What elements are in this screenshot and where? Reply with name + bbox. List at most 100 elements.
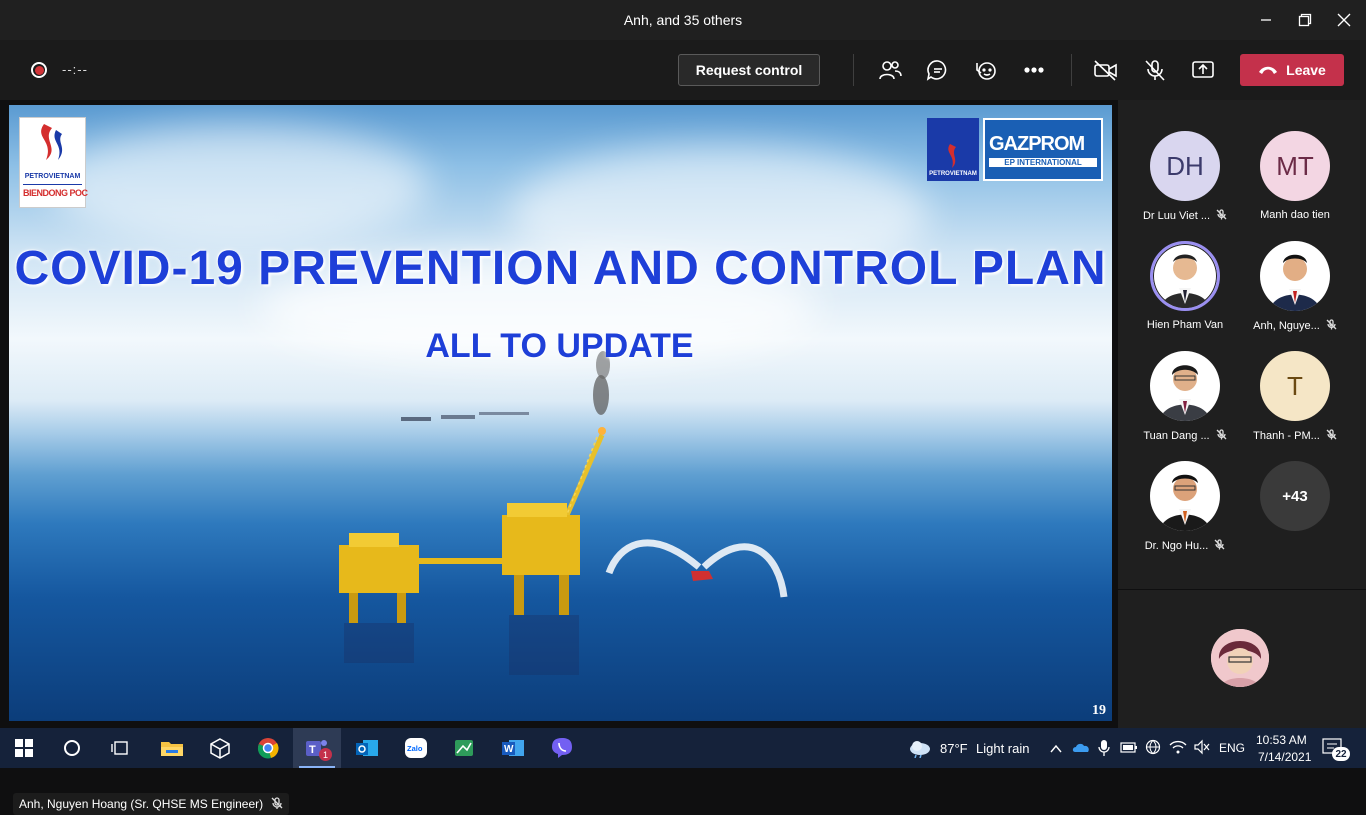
weather-description[interactable]: Light rain bbox=[976, 741, 1029, 756]
self-view-area bbox=[1118, 589, 1366, 728]
clock-time[interactable]: 10:53 AM bbox=[1256, 733, 1307, 747]
mic-toggle-button[interactable] bbox=[1141, 56, 1169, 84]
participant-tile[interactable]: MT Manh dao tien bbox=[1240, 131, 1350, 231]
participant-name: Manh dao tien bbox=[1260, 209, 1330, 221]
chevron-up-icon[interactable] bbox=[1050, 741, 1062, 759]
mic-off-icon bbox=[1326, 319, 1337, 333]
person-photo-icon bbox=[1160, 365, 1210, 421]
person-photo-icon bbox=[1160, 474, 1210, 531]
windows-logo-icon bbox=[15, 739, 33, 757]
overflow-count: +43 bbox=[1260, 461, 1330, 531]
window-titlebar: Anh, and 35 others bbox=[0, 0, 1366, 40]
gazprom-logo: GAZPROM EP INTERNATIONAL bbox=[983, 118, 1103, 181]
word-app[interactable]: W bbox=[489, 728, 537, 768]
participant-tile[interactable]: Hien Pham Van bbox=[1130, 241, 1240, 341]
restore-icon bbox=[1298, 13, 1312, 27]
avatar bbox=[1150, 351, 1220, 421]
avatar: DH bbox=[1150, 131, 1220, 201]
task-view-icon bbox=[111, 741, 128, 755]
weather-temperature[interactable]: 87°F bbox=[940, 741, 968, 756]
wifi-icon[interactable] bbox=[1169, 739, 1187, 760]
mic-off-icon bbox=[1214, 539, 1225, 553]
chrome-icon bbox=[257, 738, 279, 759]
participant-tile[interactable]: Dr. Ngo Hu... bbox=[1130, 461, 1240, 561]
participant-name: Dr. Ngo Hu... bbox=[1144, 540, 1209, 552]
slide-subtitle: ALL TO UPDATE bbox=[425, 327, 694, 365]
notification-count-badge: 22 bbox=[1332, 747, 1350, 761]
request-control-button[interactable]: Request control bbox=[678, 54, 820, 86]
more-participants-tile[interactable]: +43 bbox=[1240, 461, 1350, 561]
participant-name: Dr Luu Viet ... bbox=[1142, 210, 1211, 222]
teams-notification-badge: 1 bbox=[319, 748, 332, 761]
camera-toggle-button[interactable] bbox=[1092, 56, 1120, 84]
outlook-icon bbox=[356, 740, 378, 756]
divider bbox=[1071, 54, 1072, 86]
person-photo-icon bbox=[1211, 629, 1269, 687]
participant-name: Tuan Dang ... bbox=[1143, 430, 1210, 442]
zalo-app[interactable]: Zalo bbox=[392, 728, 440, 768]
self-avatar[interactable] bbox=[1211, 629, 1269, 687]
clock-date[interactable]: 7/14/2021 bbox=[1258, 750, 1311, 764]
more-options-button[interactable] bbox=[1020, 56, 1048, 84]
slide-page-number: 19 bbox=[1092, 703, 1106, 718]
participant-tile[interactable]: DH Dr Luu Viet ... bbox=[1130, 131, 1240, 231]
close-icon bbox=[1337, 13, 1351, 27]
image-viewer-app[interactable] bbox=[440, 728, 488, 768]
partner-logos: PETROVIETNAM GAZPROM EP INTERNATIONAL bbox=[927, 118, 1103, 181]
file-explorer-app[interactable] bbox=[148, 728, 196, 768]
divider bbox=[853, 54, 854, 86]
chat-icon bbox=[926, 60, 947, 81]
meeting-timer: --:-- bbox=[62, 62, 88, 77]
offshore-platform-image bbox=[339, 351, 788, 675]
chrome-app[interactable] bbox=[244, 728, 292, 768]
start-button[interactable] bbox=[0, 728, 48, 768]
network-globe-icon[interactable] bbox=[1145, 739, 1161, 760]
avatar: T bbox=[1260, 351, 1330, 421]
mic-off-icon bbox=[1216, 429, 1227, 443]
notifications-button[interactable]: 22 bbox=[1322, 738, 1350, 761]
logo-text: PETROVIETNAM bbox=[929, 171, 977, 177]
svg-text:T: T bbox=[309, 744, 316, 756]
mic-off-icon bbox=[1326, 429, 1337, 443]
participant-tile[interactable]: T Thanh - PM... bbox=[1240, 351, 1350, 451]
participants-gallery: DH Dr Luu Viet ... MT Manh dao tien Hien… bbox=[1118, 100, 1366, 589]
mic-off-icon bbox=[271, 796, 283, 812]
window-title: Anh, and 35 others bbox=[623, 12, 743, 28]
task-view-button[interactable] bbox=[96, 728, 144, 768]
chat-button[interactable] bbox=[924, 56, 952, 84]
microphone-icon[interactable] bbox=[1098, 739, 1110, 762]
avatar bbox=[1260, 241, 1330, 311]
participant-tile[interactable]: Tuan Dang ... bbox=[1130, 351, 1240, 451]
minimize-icon bbox=[1261, 19, 1271, 21]
viber-icon bbox=[552, 738, 572, 758]
battery-icon[interactable] bbox=[1120, 740, 1138, 759]
reactions-button[interactable] bbox=[972, 56, 1000, 84]
outlook-app[interactable] bbox=[343, 728, 391, 768]
maximize-button[interactable] bbox=[1285, 0, 1325, 40]
teams-app[interactable]: T 1 bbox=[293, 728, 341, 768]
participants-button[interactable] bbox=[876, 56, 904, 84]
weather-icon[interactable] bbox=[908, 738, 932, 763]
minimize-button[interactable] bbox=[1246, 0, 1286, 40]
speaker-muted-icon[interactable] bbox=[1193, 739, 1211, 760]
ep-international-text: EP INTERNATIONAL bbox=[989, 157, 1097, 167]
gazprom-text: GAZPROM bbox=[989, 132, 1085, 155]
search-button[interactable] bbox=[48, 728, 96, 768]
photo-edit-icon bbox=[455, 740, 473, 756]
onedrive-icon[interactable] bbox=[1072, 740, 1090, 759]
mic-off-icon bbox=[1216, 209, 1227, 223]
input-language[interactable]: ENG bbox=[1219, 741, 1245, 755]
app-3d-cube[interactable] bbox=[196, 728, 244, 768]
logo-text-bottom: BIENDONG POC bbox=[23, 184, 88, 198]
logo-text-top: PETROVIETNAM bbox=[24, 173, 81, 180]
cortana-circle-icon bbox=[64, 740, 80, 756]
leave-button[interactable]: Leave bbox=[1240, 54, 1344, 86]
share-content-button[interactable] bbox=[1189, 56, 1217, 84]
participant-tile[interactable]: Anh, Nguye... bbox=[1240, 241, 1350, 341]
close-button[interactable] bbox=[1324, 0, 1364, 40]
presenter-name-tag: Anh, Nguyen Hoang (Sr. QHSE MS Engineer) bbox=[13, 793, 290, 815]
viber-app[interactable] bbox=[538, 728, 586, 768]
more-icon bbox=[1024, 67, 1044, 73]
slide-title: COVID-19 PREVENTION AND CONTROL PLAN bbox=[14, 242, 1107, 295]
avatar: MT bbox=[1260, 131, 1330, 201]
